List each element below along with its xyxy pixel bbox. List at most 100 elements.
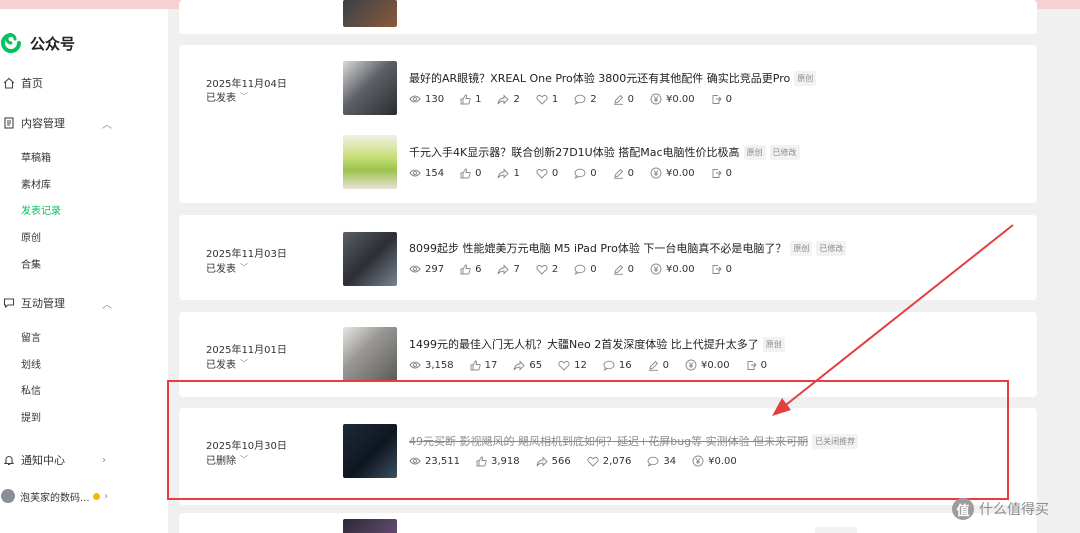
article-thumbnail[interactable] [343,61,397,115]
stat-value: 0 [627,263,634,275]
post-card-partial-top [179,0,1037,34]
eye-icon [409,264,425,274]
article-title[interactable]: 8099起步 性能媲美万元电脑 M5 iPad Pro体验 下一台电脑真不必是电… [409,240,786,256]
heart-icon [536,94,552,105]
account-name: 泡芙家的数码... [20,492,90,504]
stat-export: 0 [711,94,732,105]
nav-messages[interactable]: 私信 [21,384,41,400]
stat-value: 0 [590,167,597,179]
stat-value: 65 [529,359,543,371]
stat-views: 154 [409,168,444,179]
nav-mentions[interactable]: 提到 [21,411,41,427]
article-thumbnail[interactable] [343,135,397,189]
article-title[interactable]: 千元入手4K显示器？联合创新27D1U体验 搭配Mac电脑性价比极高 [409,144,740,160]
heart-icon [536,264,552,275]
share-icon [497,167,513,179]
comment-icon [574,264,590,275]
article-thumbnail[interactable] [343,519,397,533]
sidebar: 公众号 首页 内容管理 ︿ 草稿箱 素材库 发表记录 原创 合集 互动管理 ︿ … [0,9,168,533]
stat-shares: 566 [536,456,571,467]
nav-home[interactable]: 首页 [0,73,168,93]
post-status-dropdown[interactable]: 已发表 ﹀ [206,260,248,275]
eye-icon [409,360,425,370]
stat-value: 297 [425,263,445,275]
nav-drafts[interactable]: 草稿箱 [21,151,51,167]
account-switcher[interactable]: 泡芙家的数码... › [0,486,168,506]
article-stats: 130 1 2 1 2 0 ¥0.00 0 [409,93,748,105]
stat-favs: 2,076 [587,456,631,467]
export-icon [711,264,726,275]
comment-icon [647,456,663,467]
stat-likes: 0 [460,168,481,179]
nav-collections[interactable]: 合集 [21,258,41,274]
post-status: 已发表 [206,360,236,371]
stat-value: 0 [627,93,634,105]
share-icon [497,263,513,275]
pen-icon [613,168,628,179]
stat-comments: 16 [603,360,632,371]
post-status-dropdown[interactable]: 已发表 ﹀ [206,356,248,371]
chevron-right-icon: › [104,490,108,502]
stat-likes: 17 [470,360,497,371]
article-thumbnail[interactable] [343,424,397,478]
stat-value: 23,511 [425,455,460,467]
nav-notification-center[interactable]: 通知中心 › [0,450,168,470]
yuan-icon [692,455,708,467]
article-title[interactable]: 1499元的最佳入门无人机？大疆Neo 2首发深度体验 比上代提升太多了 [409,336,759,352]
nav-original[interactable]: 原创 [21,231,41,247]
stat-value: 1 [475,93,482,105]
stat-views: 3,158 [409,360,454,371]
pen-icon [613,94,628,105]
app-logo[interactable]: 公众号 [0,31,75,55]
nav-publish-records[interactable]: 发表记录 [21,204,61,220]
publish-records-list: 2025年11月04日 已发表 ﹀ 最好的AR眼镜？XREAL One Pro体验… [168,0,1080,533]
chevron-down-icon: ﹀ [240,359,248,368]
article-thumbnail[interactable] [343,327,397,381]
article-thumbnail[interactable] [343,232,397,286]
stat-likes: 6 [460,264,481,275]
share-icon [497,93,513,105]
post-status-dropdown[interactable]: 已发表 ﹀ [206,89,248,104]
article-title-row: 8099起步 性能媲美万元电脑 M5 iPad Pro体验 下一台电脑真不必是电… [409,240,847,256]
post-date: 2025年11月03日 [206,249,287,260]
post-status-dropdown[interactable]: 已删除 ﹀ [206,452,248,467]
chevron-right-icon: › [102,454,106,466]
stat-value: 566 [551,455,571,467]
article-title[interactable]: 最好的AR眼镜？XREAL One Pro体验 3800元还有其他配件 确实比竞… [409,70,790,86]
article-stats: 3,158 17 65 12 16 0 ¥0.00 0 [409,359,783,371]
stat-export: 0 [711,168,732,179]
article-title-row: 最好的AR眼镜？XREAL One Pro体验 3800元还有其他配件 确实比竞… [409,70,817,86]
watermark-text: 什么值得买 [979,502,1049,518]
post-date: 2025年11月01日 [206,345,287,356]
stat-income: ¥0.00 [650,263,695,275]
stat-value: ¥0.00 [665,167,695,179]
stat-favs: 12 [558,360,587,371]
article-title[interactable]: 49元买断 影视飓风的 飓风相机到底如何？延迟+花屏bug等 实测体验 但未来可… [409,433,808,449]
thumb-up-icon [476,456,491,467]
article-stats: 154 0 1 0 0 0 ¥0.00 0 [409,167,748,179]
stat-value: 0 [760,359,767,371]
comment-icon [574,168,590,179]
notification-dot [93,493,100,500]
tag-placeholder [815,527,857,533]
stat-lines: 0 [613,168,634,179]
nav-comments[interactable]: 留言 [21,331,41,347]
nav-materials[interactable]: 素材库 [21,178,51,194]
stat-income: ¥0.00 [650,167,695,179]
stat-value: 12 [574,359,587,371]
post-status: 已发表 [206,264,236,275]
app-name: 公众号 [30,34,76,53]
home-icon [2,76,16,90]
stat-comments: 2 [574,94,597,105]
stat-value: 3,918 [491,455,520,467]
stat-value: 0 [725,167,732,179]
stat-income: ¥0.00 [692,455,737,467]
article-thumbnail[interactable] [343,0,397,27]
stat-value: ¥0.00 [708,455,737,467]
post-card: 2025年11月03日 已发表 ﹀ 8099起步 性能媲美万元电脑 M5 iPad… [179,215,1037,300]
nav-content-management[interactable]: 内容管理 ︿ [0,113,168,133]
tag-modified: 已修改 [816,240,847,256]
nav-underlines[interactable]: 划线 [21,358,41,374]
stat-comments: 0 [574,167,597,179]
nav-interaction-management[interactable]: 互动管理 ︿ [0,293,168,313]
